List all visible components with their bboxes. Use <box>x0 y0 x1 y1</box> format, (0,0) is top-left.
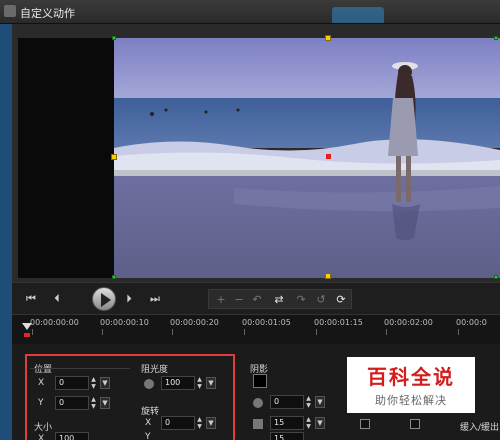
playhead[interactable] <box>22 323 32 330</box>
transport-bar: ⏮ ⏴ ⏵ ⏭ + − ↶ ⇄ ↷ ↺ ⟳ <box>12 282 500 314</box>
tick-mark <box>316 329 317 335</box>
add-keyframe-icon[interactable]: + <box>213 292 229 308</box>
title-bar: 自定义动作 <box>0 0 500 24</box>
opacity-input[interactable]: 100 <box>161 376 195 390</box>
position-x-stepper[interactable]: ▲ ▼ <box>89 376 98 390</box>
beach-video-image <box>114 38 500 278</box>
video-frame[interactable] <box>114 38 500 278</box>
divider <box>30 368 130 369</box>
option-checkbox[interactable] <box>410 419 420 429</box>
resize-handle-bottom[interactable] <box>325 273 331 279</box>
tick-label: 00:00:00:10 <box>100 318 149 327</box>
tick-mark <box>172 329 173 335</box>
opacity-stepper[interactable]: ▲ ▼ <box>195 376 204 390</box>
watermark-logo: 百科全说 助你轻松解决 <box>347 357 475 413</box>
custom-motion-window: 自定义动作 ⏮ ⏴ ⏵ ⏭ + − ↶ ⇄ ↷ ↺ ⟳ 00:00:00:00 … <box>0 0 500 440</box>
tick-mark <box>32 329 33 335</box>
size-x-label: X <box>38 434 45 440</box>
shadow-blur-stepper[interactable]: ▲ ▼ <box>304 416 313 430</box>
tick-mark <box>102 329 103 335</box>
position-y-label: Y <box>38 398 44 408</box>
fade-label: 缓入/缓出 <box>460 423 500 433</box>
tick-label: 00:00:01:05 <box>242 318 291 327</box>
window-title: 自定义动作 <box>20 7 75 20</box>
position-x-keyframe-icon[interactable]: ▼ <box>100 377 110 389</box>
shadow-opacity-input[interactable]: 0 <box>270 395 304 409</box>
rotation-y-label: Y <box>145 432 151 440</box>
rotation-x-label: X <box>145 418 152 428</box>
prev-keyframe-icon[interactable]: ↷ <box>293 292 309 308</box>
opacity-icon <box>144 379 154 389</box>
shadow-opacity-keyframe-icon[interactable]: ▼ <box>315 396 325 408</box>
position-x-label: X <box>38 378 45 388</box>
header-tab-4[interactable] <box>392 7 438 23</box>
position-y-stepper[interactable]: ▲ ▼ <box>89 396 98 410</box>
option-checkbox[interactable] <box>360 419 370 429</box>
header-tab-3[interactable] <box>332 7 384 23</box>
tick-mark <box>244 329 245 335</box>
next-keyframe-icon[interactable]: ↺ <box>313 292 329 308</box>
shadow-blur-input[interactable]: 15 <box>270 416 304 430</box>
position-x-input[interactable]: 0 <box>55 376 89 390</box>
rotation-x-keyframe-icon[interactable]: ▼ <box>206 417 216 429</box>
size-x-input[interactable]: 100 <box>55 432 89 440</box>
rotation-label: 旋转 <box>141 407 160 417</box>
play-icon <box>101 293 111 307</box>
resize-handle-top[interactable] <box>325 35 331 41</box>
timeline-ruler[interactable]: 00:00:00:00 00:00:00:10 00:00:00:20 00:0… <box>12 314 500 344</box>
remove-keyframe-icon[interactable]: − <box>231 292 247 308</box>
shadow-opacity-stepper[interactable]: ▲ ▼ <box>304 395 313 409</box>
prev-frame-icon[interactable]: ⏴ <box>48 290 66 308</box>
tick-mark <box>458 329 459 335</box>
go-end-icon[interactable]: ⏭ <box>146 290 164 308</box>
go-start-icon[interactable]: ⏮ <box>22 290 40 308</box>
tick-label: 00:00:00:20 <box>170 318 219 327</box>
swap-icon[interactable]: ⇄ <box>271 292 287 308</box>
header-tab-1[interactable] <box>210 7 256 23</box>
shadow-blur-keyframe-icon[interactable]: ▼ <box>315 417 325 429</box>
preview-empty-area <box>18 38 114 278</box>
resize-handle-bottom-right[interactable] <box>494 275 498 279</box>
position-y-input[interactable]: 0 <box>55 396 89 410</box>
playhead-marker <box>24 333 30 337</box>
header-tab-2[interactable] <box>266 7 312 23</box>
shadow-blur-icon <box>253 419 263 429</box>
rotation-x-input[interactable]: 0 <box>161 416 195 430</box>
tick-label: 00:00:02:00 <box>384 318 433 327</box>
tick-label: 00:00:00:00 <box>30 318 79 327</box>
opacity-label: 阻光度 <box>141 365 169 375</box>
rotation-x-stepper[interactable]: ▲ ▼ <box>195 416 204 430</box>
app-icon <box>4 5 16 17</box>
anchor-point[interactable] <box>326 154 331 159</box>
resize-handle-bottom-left[interactable] <box>112 275 116 279</box>
next-frame-icon[interactable]: ⏵ <box>120 290 138 308</box>
loop-icon[interactable]: ⟳ <box>333 292 349 308</box>
size-label: 大小 <box>34 423 53 433</box>
position-y-keyframe-icon[interactable]: ▼ <box>100 397 110 409</box>
watermark-title: 百科全说 <box>367 365 455 389</box>
tick-mark <box>386 329 387 335</box>
left-frame-edge <box>0 24 12 440</box>
watermark-subtitle: 助你轻松解决 <box>375 394 447 407</box>
resize-handle-left[interactable] <box>111 154 117 160</box>
tick-label: 00:00:0 <box>456 318 487 327</box>
resize-handle-top-right[interactable] <box>494 36 498 40</box>
shadow-distance-input[interactable]: 15 <box>270 432 304 440</box>
reverse-icon[interactable]: ↶ <box>249 292 265 308</box>
opacity-keyframe-icon[interactable]: ▼ <box>206 377 216 389</box>
keyframe-toolbar: + − ↶ ⇄ ↷ ↺ ⟳ <box>208 289 352 309</box>
shadow-opacity-icon <box>253 398 263 408</box>
play-button[interactable] <box>92 287 116 311</box>
shadow-color-swatch[interactable] <box>253 374 267 388</box>
tick-label: 00:00:01:15 <box>314 318 363 327</box>
resize-handle-top-left[interactable] <box>112 36 116 40</box>
